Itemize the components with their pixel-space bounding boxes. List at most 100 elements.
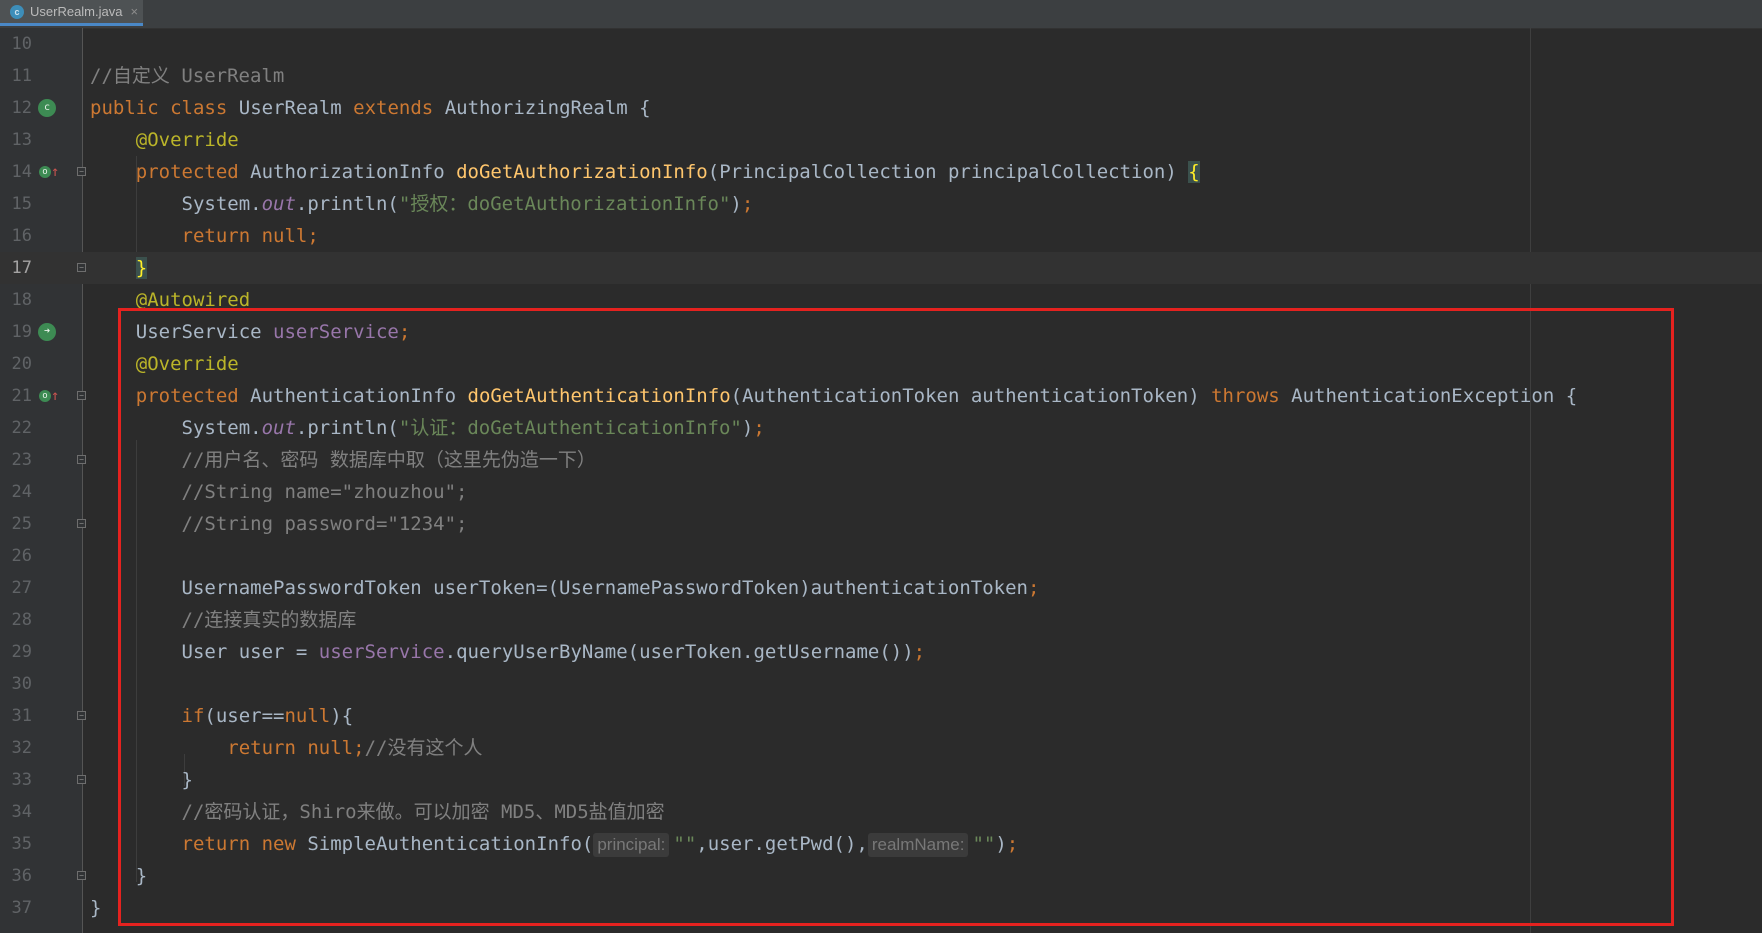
field-name: userService [318, 641, 445, 663]
code-text: SimpleAuthenticationInfo( [295, 833, 594, 855]
keyword: if [181, 705, 205, 727]
code-text: ) [741, 417, 754, 439]
code-line: 14 o ↑ − protected AuthorizationInfo doG… [0, 156, 1762, 188]
fold-icon[interactable]: − [77, 167, 86, 176]
fold-icon[interactable]: − [77, 455, 86, 464]
parameter-hint: realmName: [867, 833, 969, 857]
java-class-icon: c [10, 4, 24, 19]
line-number: 29 [11, 642, 32, 662]
code-line: 31 − if(user==null){ [0, 700, 1762, 732]
code-text: .println( [295, 193, 399, 215]
comment: //密码认证，Shiro来做。可以加密 MD5、MD5盐值加密 [181, 801, 665, 823]
return-type: AuthenticationInfo [250, 385, 457, 407]
line-number: 31 [11, 706, 32, 726]
brace-match: { [1188, 161, 1200, 183]
keyword: throws [1211, 385, 1280, 407]
semicolon: ; [353, 737, 365, 759]
tab-label: UserRealm.java [30, 4, 123, 19]
line-number: 26 [11, 546, 32, 566]
code-line: 12 c public class UserRealm extends Auth… [0, 92, 1762, 124]
tab-userrealm-java[interactable]: c UserRealm.java × [0, 0, 143, 26]
code-line: 10 [0, 28, 1762, 60]
code-line: 37 } [0, 892, 1762, 924]
code-editor[interactable]: 10 11 //自定义 UserRealm 12 c public class … [0, 28, 1762, 933]
class-name: UserRealm [238, 97, 342, 119]
code-line: 26 [0, 540, 1762, 572]
return-type: AuthorizationInfo [250, 161, 445, 183]
line-number: 14 [11, 162, 32, 182]
keyword: return null [181, 225, 308, 247]
fold-icon[interactable]: − [77, 775, 86, 784]
code-text: .println( [295, 417, 399, 439]
keyword: public [90, 97, 159, 119]
line-number: 28 [11, 610, 32, 630]
string-literal: "授权：doGetAuthorizationInfo" [398, 193, 731, 215]
code-line: 28 //连接真实的数据库 [0, 604, 1762, 636]
string-literal: "" [673, 833, 697, 855]
line-number: 12 [11, 98, 32, 118]
line-number: 10 [11, 34, 32, 54]
override-method-icon[interactable]: o [39, 390, 51, 402]
arrow-up-icon: ↑ [51, 164, 60, 180]
brace: } [90, 897, 102, 919]
keyword: extends [353, 97, 434, 119]
code-text: ) [730, 193, 742, 215]
code-line: 22 System.out.println("认证：doGetAuthentic… [0, 412, 1762, 444]
line-number: 27 [11, 578, 32, 598]
code-text: ){ [330, 705, 354, 727]
code-text: System. [181, 193, 262, 215]
fold-icon[interactable]: − [77, 519, 86, 528]
keyword: return null [227, 737, 354, 759]
code-text: ) [995, 833, 1007, 855]
code-line: 34 //密码认证，Shiro来做。可以加密 MD5、MD5盐值加密 [0, 796, 1762, 828]
code-line: 36 − } [0, 860, 1762, 892]
fold-icon[interactable]: − [77, 391, 86, 400]
line-number: 18 [11, 290, 32, 310]
editor-tab-bar: c UserRealm.java × [0, 0, 1762, 29]
code-line: 32 return null;//没有这个人 [0, 732, 1762, 764]
line-number: 13 [11, 130, 32, 150]
keyword: null [284, 705, 331, 727]
fold-icon[interactable]: − [77, 711, 86, 720]
code-text: UsernamePasswordToken userToken=(Usernam… [181, 577, 1028, 599]
line-number: 25 [11, 514, 32, 534]
comment: //String password="1234"; [181, 513, 468, 535]
code-line-current: 17 − } [0, 252, 1762, 284]
line-number: 33 [11, 770, 32, 790]
autowired-bean-icon[interactable]: ➜ [38, 323, 56, 341]
semicolon: ; [307, 225, 319, 247]
code-text: (user== [204, 705, 285, 727]
line-number: 20 [11, 354, 32, 374]
method-name: doGetAuthorizationInfo [456, 161, 708, 183]
semicolon: ; [913, 641, 926, 663]
line-number: 34 [11, 802, 32, 822]
keyword: protected [135, 161, 239, 183]
exception-type: AuthenticationException { [1279, 385, 1578, 407]
field-name: userService [273, 321, 399, 343]
arrow-up-icon: ↑ [51, 388, 60, 404]
fold-icon[interactable]: − [77, 871, 86, 880]
code-line: 20 @Override [0, 348, 1762, 380]
static-field: out [261, 193, 296, 215]
line-number: 30 [11, 674, 32, 694]
line-number: 23 [11, 450, 32, 470]
code-text: .queryUserByName(userToken.getUsername()… [444, 641, 914, 663]
line-number: 17 [11, 258, 32, 278]
class-implements-icon[interactable]: c [38, 99, 56, 117]
brace: } [135, 865, 148, 887]
fold-icon[interactable]: − [77, 263, 86, 272]
params: (AuthenticationToken authenticationToken… [730, 385, 1212, 407]
semicolon: ; [398, 321, 411, 343]
code-text: ,user.getPwd(), [696, 833, 868, 855]
code-line: 15 System.out.println("授权：doGetAuthoriza… [0, 188, 1762, 220]
line-number: 32 [11, 738, 32, 758]
code-line: 24 //String name="zhouzhou"; [0, 476, 1762, 508]
parent-class: AuthorizingRealm [444, 97, 628, 119]
brace: } [181, 769, 193, 791]
code-line: 25 − //String password="1234"; [0, 508, 1762, 540]
close-icon[interactable]: × [130, 4, 138, 19]
line-number: 11 [11, 66, 32, 86]
string-literal: "认证：doGetAuthenticationInfo" [398, 417, 742, 439]
semicolon: ; [1028, 577, 1040, 599]
override-method-icon[interactable]: o [39, 166, 51, 178]
